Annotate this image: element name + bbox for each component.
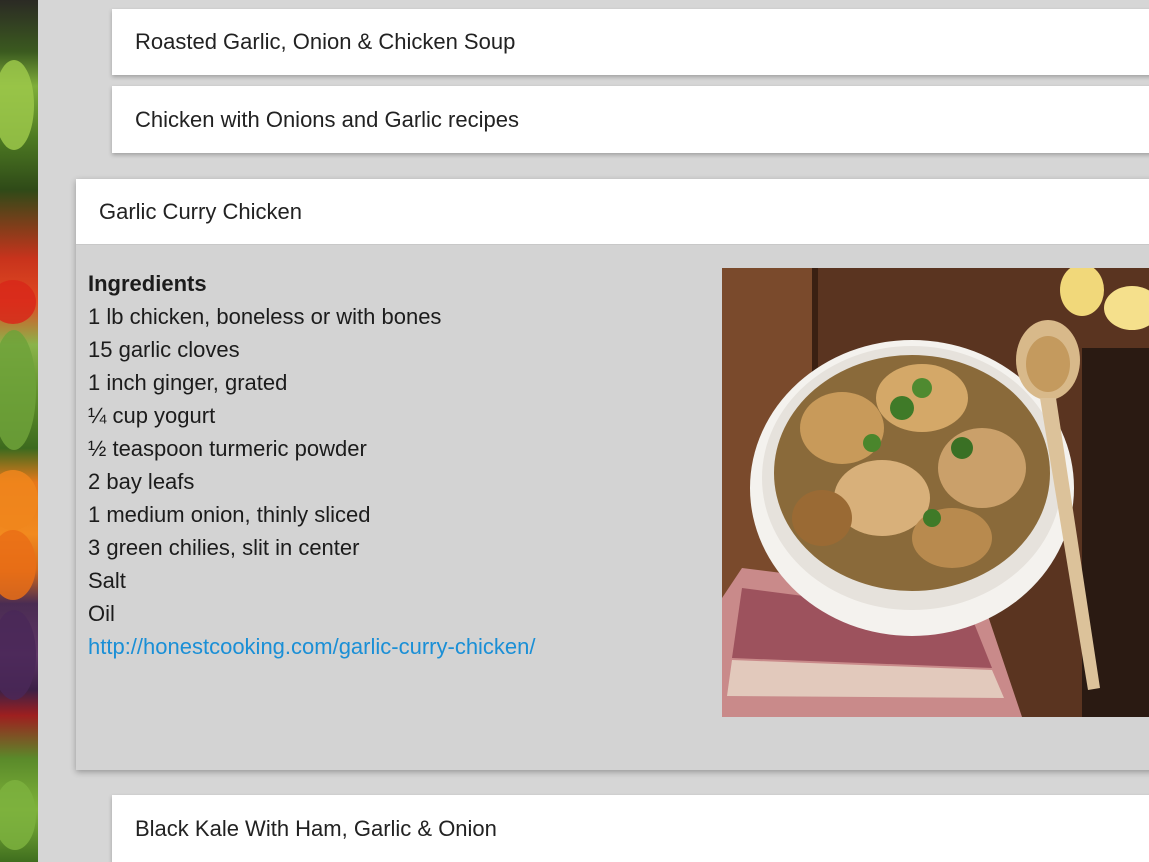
ingredient-item: ½ teaspoon turmeric powder	[88, 436, 367, 461]
recipe-card-expanded: Garlic Curry Chicken Ingredients 1 lb ch…	[76, 179, 1149, 770]
ingredient-item: 1 lb chicken, boneless or with bones	[88, 304, 442, 329]
ingredient-item: 1 inch ginger, grated	[88, 370, 288, 395]
recipe-card-title: Chicken with Onions and Garlic recipes	[135, 106, 519, 132]
ingredient-item: 1 medium onion, thinly sliced	[88, 502, 371, 527]
recipe-source-link[interactable]: http://honestcooking.com/garlic-curry-ch…	[88, 634, 536, 659]
ingredient-item: 3 green chilies, slit in center	[88, 535, 360, 560]
recipe-card-title: Garlic Curry Chicken	[99, 198, 302, 224]
recipe-card-onions[interactable]: Chicken with Onions and Garlic recipes	[112, 86, 1149, 153]
ingredient-item: Oil	[88, 601, 115, 626]
ingredient-item: 15 garlic cloves	[88, 337, 240, 362]
vegetable-background-image	[0, 0, 38, 862]
recipe-card-kale[interactable]: Black Kale With Ham, Garlic & Onion	[112, 795, 1149, 862]
recipe-card-soup[interactable]: Roasted Garlic, Onion & Chicken Soup	[112, 9, 1149, 75]
recipe-photo	[722, 268, 1149, 717]
ingredients-heading: Ingredients	[88, 271, 207, 296]
ingredient-item: ¼ cup yogurt	[88, 403, 216, 428]
ingredient-item: Salt	[88, 568, 126, 593]
garlic-curry-chicken-photo	[722, 268, 1149, 717]
ingredient-item: 2 bay leafs	[88, 469, 195, 494]
recipe-card-header[interactable]: Garlic Curry Chicken	[76, 179, 1149, 245]
recipe-card-title: Roasted Garlic, Onion & Chicken Soup	[135, 29, 516, 54]
ingredients-list: Ingredients 1 lb chicken, boneless or wi…	[88, 267, 536, 663]
recipe-card-title: Black Kale With Ham, Garlic & Onion	[135, 815, 497, 841]
